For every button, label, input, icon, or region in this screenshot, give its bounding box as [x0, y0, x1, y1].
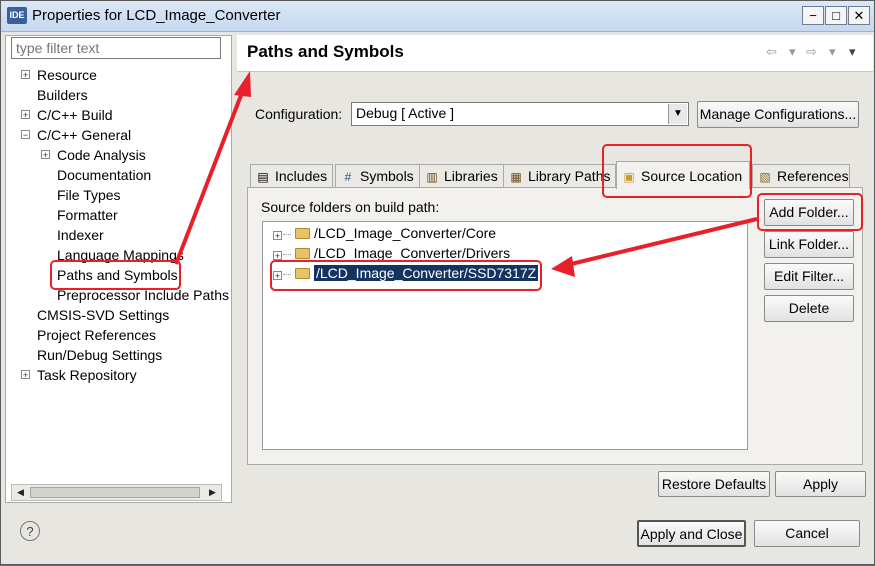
tab-source-location[interactable]: ▣ Source Location — [616, 161, 750, 189]
properties-window: IDE Properties for LCD_Image_Converter −… — [0, 0, 875, 565]
arrow-to-folder — [566, 217, 758, 267]
folder-icon: ▣ — [623, 170, 635, 184]
arrow-to-title — [174, 84, 247, 265]
tab-label: Source Location — [641, 168, 743, 184]
arrow-head-title — [234, 71, 251, 97]
annotation-arrows — [174, 71, 758, 277]
arrow-head-folder — [551, 256, 575, 277]
